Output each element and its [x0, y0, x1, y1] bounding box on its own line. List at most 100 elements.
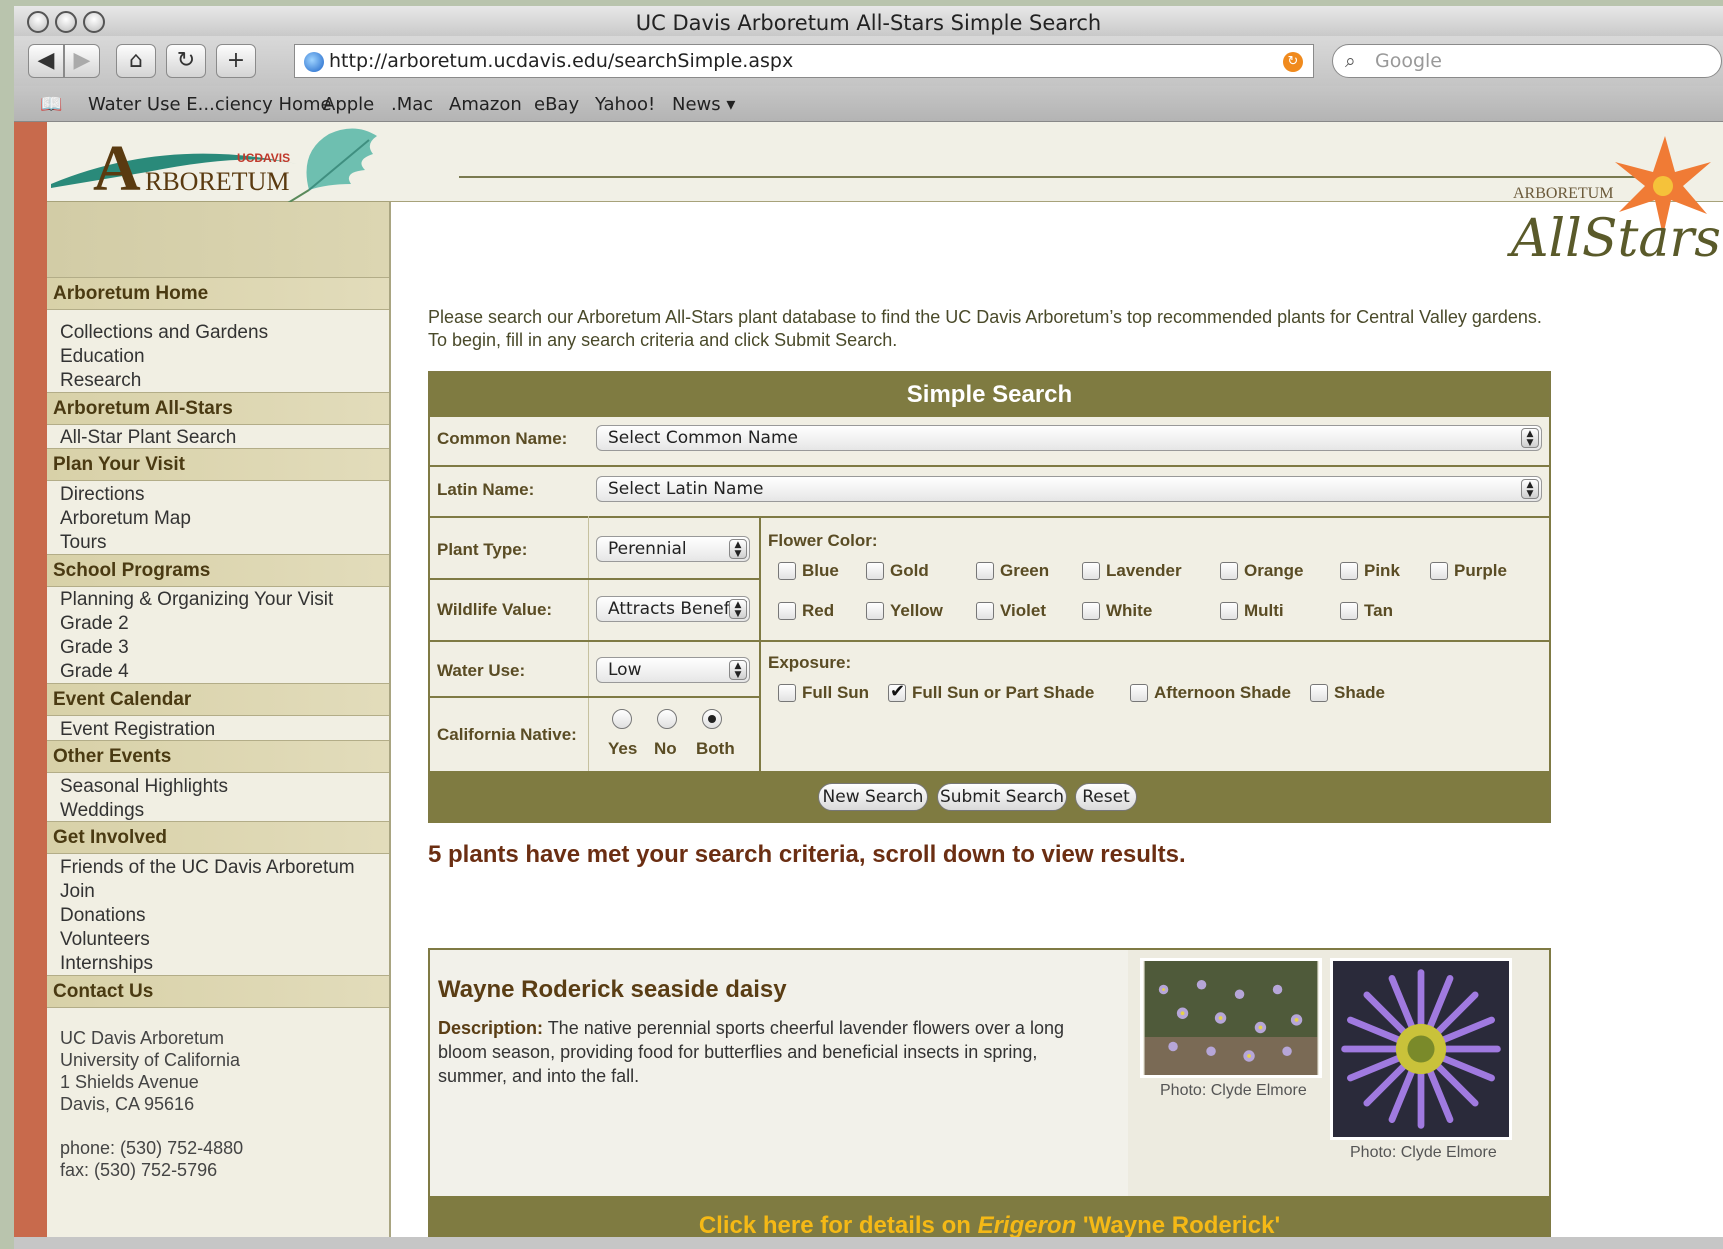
address-bar[interactable]: http://arboretum.ucdavis.edu/searchSimpl… — [294, 44, 1314, 78]
sidebar-item-event-registration[interactable]: Event Registration — [60, 719, 215, 741]
color-pink-checkbox[interactable] — [1340, 562, 1358, 580]
book-icon[interactable]: 📖 — [40, 94, 62, 115]
photo-caption-1: Photo: Clyde Elmore — [1160, 1082, 1307, 1099]
sidebar-item-planning[interactable]: Planning & Organizing Your Visit — [60, 589, 333, 611]
submit-search-button[interactable]: Submit Search — [937, 783, 1067, 811]
color-tan-checkbox[interactable] — [1340, 602, 1358, 620]
color-white-label: White — [1106, 601, 1153, 620]
sidebar-item-plant-search[interactable]: All-Star Plant Search — [60, 427, 236, 449]
bookmark-amazon[interactable]: Amazon — [449, 94, 522, 115]
reload-button[interactable]: ↻ — [166, 44, 206, 78]
bookmark-ebay[interactable]: eBay — [534, 94, 579, 115]
exposure-shade-checkbox[interactable] — [1310, 684, 1328, 702]
sidebar-head-plan-visit[interactable]: Plan Your Visit — [47, 448, 389, 481]
sidebar-item-research[interactable]: Research — [60, 370, 141, 392]
select-arrows-icon: ▲ ▼ — [729, 660, 747, 680]
color-red-checkbox[interactable] — [778, 602, 796, 620]
forward-button[interactable]: ▶ — [64, 44, 100, 78]
exposure-afternoon-shade-checkbox[interactable] — [1130, 684, 1148, 702]
sidebar-item-donations[interactable]: Donations — [60, 905, 146, 927]
select-arrows-icon: ▲ ▼ — [1521, 479, 1539, 499]
sidebar-item-join[interactable]: Join — [60, 881, 95, 903]
form-footer: New Search Submit Search Reset — [430, 771, 1549, 823]
sidebar-item-map[interactable]: Arboretum Map — [60, 508, 191, 530]
intro-line-1: Please search our Arboretum All-Stars pl… — [428, 307, 1542, 327]
color-violet-checkbox[interactable] — [976, 602, 994, 620]
latin-name-value: Select Latin Name — [608, 479, 764, 499]
bookmark-yahoo[interactable]: Yahoo! — [595, 94, 655, 115]
sidebar-item-collections[interactable]: Collections and Gardens — [60, 322, 268, 344]
allstars-badge[interactable]: ARBORETUM AllStars — [1507, 132, 1723, 282]
sidebar-head-contact-us[interactable]: Contact Us — [47, 975, 389, 1008]
sidebar-item-volunteers[interactable]: Volunteers — [60, 929, 150, 951]
divider — [430, 516, 1549, 518]
bookmark-apple[interactable]: Apple — [323, 94, 374, 115]
new-search-button[interactable]: New Search — [818, 783, 928, 811]
phone-number: phone: (530) 752-4880 — [60, 1138, 244, 1158]
plus-icon: + — [226, 48, 246, 73]
reset-button[interactable]: Reset — [1075, 783, 1137, 811]
exposure-part-shade-checkbox[interactable] — [888, 681, 906, 702]
color-multi-checkbox[interactable] — [1220, 602, 1238, 620]
wildlife-value-select[interactable]: Attracts Beneficial Insects ▲▼ — [596, 596, 750, 622]
sidebar-item-internships[interactable]: Internships — [60, 953, 153, 975]
exposure-label: Exposure: — [768, 653, 852, 672]
sidebar-head-get-involved[interactable]: Get Involved — [47, 821, 389, 854]
back-button[interactable]: ◀ — [28, 44, 64, 78]
divider — [588, 516, 589, 771]
select-arrows-icon: ▲ ▼ — [729, 539, 747, 559]
native-yes-radio[interactable] — [612, 709, 632, 729]
search-icon: ⌕ — [1345, 50, 1356, 72]
sidebar-head-other-events[interactable]: Other Events — [47, 740, 389, 773]
fax-number: fax: (530) 752-5796 — [60, 1160, 218, 1180]
sidebar-item-education[interactable]: Education — [60, 346, 145, 368]
sidebar-item-tours[interactable]: Tours — [60, 532, 106, 554]
divider — [430, 640, 1549, 642]
add-bookmark-button[interactable]: + — [216, 44, 256, 78]
color-yellow-checkbox[interactable] — [866, 602, 884, 620]
plant-photo-flower[interactable] — [1330, 958, 1512, 1140]
color-blue-label: Blue — [802, 561, 839, 580]
color-green-checkbox[interactable] — [976, 562, 994, 580]
badge-arboretum-text: ARBORETUM — [1513, 185, 1613, 202]
latin-name-select[interactable]: Select Latin Name ▲ ▼ — [596, 476, 1542, 502]
details-link-prefix: Click here for details on — [698, 1212, 978, 1237]
sidebar-item-directions[interactable]: Directions — [60, 484, 144, 506]
native-no-radio[interactable] — [657, 709, 677, 729]
sidebar-head-arboretum-home[interactable]: Arboretum Home — [47, 277, 389, 310]
sidebar-top-fill — [47, 202, 389, 277]
bookmarks-bar: 📖 Water Use E...ciency Home Apple .Mac A… — [14, 86, 1723, 122]
sidebar-item-seasonal[interactable]: Seasonal Highlights — [60, 776, 228, 798]
plant-type-select[interactable]: Perennial ▲ ▼ — [596, 536, 750, 562]
water-use-select[interactable]: Low ▲ ▼ — [596, 657, 750, 683]
color-lavender-checkbox[interactable] — [1082, 562, 1100, 580]
logo-a: A — [93, 132, 141, 205]
status-bar — [14, 1237, 1723, 1249]
rss-icon[interactable]: ↻ — [1283, 52, 1303, 72]
sidebar-item-grade-4[interactable]: Grade 4 — [60, 661, 129, 683]
bookmark-news[interactable]: News ▾ — [672, 94, 735, 115]
intro-line-2: To begin, fill in any search criteria an… — [428, 330, 898, 350]
color-blue-checkbox[interactable] — [778, 562, 796, 580]
plant-details-link[interactable]: Click here for details on Erigeron 'Wayn… — [430, 1196, 1549, 1237]
sidebar-item-grade-3[interactable]: Grade 3 — [60, 637, 129, 659]
color-purple-checkbox[interactable] — [1430, 562, 1448, 580]
search-field[interactable]: ⌕ Google — [1332, 44, 1722, 78]
home-button[interactable]: ⌂ — [116, 44, 156, 78]
color-purple-label: Purple — [1454, 561, 1507, 580]
sidebar-head-school-programs[interactable]: School Programs — [47, 554, 389, 587]
plant-photo-clump[interactable] — [1140, 958, 1322, 1078]
sidebar-head-event-calendar[interactable]: Event Calendar — [47, 683, 389, 716]
common-name-select[interactable]: Select Common Name ▲ ▼ — [596, 425, 1542, 451]
sidebar-item-grade-2[interactable]: Grade 2 — [60, 613, 129, 635]
bookmark-water-use[interactable]: Water Use E...ciency Home — [88, 94, 332, 115]
sidebar-item-weddings[interactable]: Weddings — [60, 800, 144, 822]
bookmark-mac[interactable]: .Mac — [391, 94, 433, 115]
color-gold-checkbox[interactable] — [866, 562, 884, 580]
exposure-full-sun-checkbox[interactable] — [778, 684, 796, 702]
sidebar-head-all-stars[interactable]: Arboretum All-Stars — [47, 392, 389, 425]
color-orange-checkbox[interactable] — [1220, 562, 1238, 580]
color-white-checkbox[interactable] — [1082, 602, 1100, 620]
sidebar-item-friends[interactable]: Friends of the UC Davis Arboretum — [60, 857, 355, 879]
native-both-radio[interactable] — [702, 709, 722, 729]
